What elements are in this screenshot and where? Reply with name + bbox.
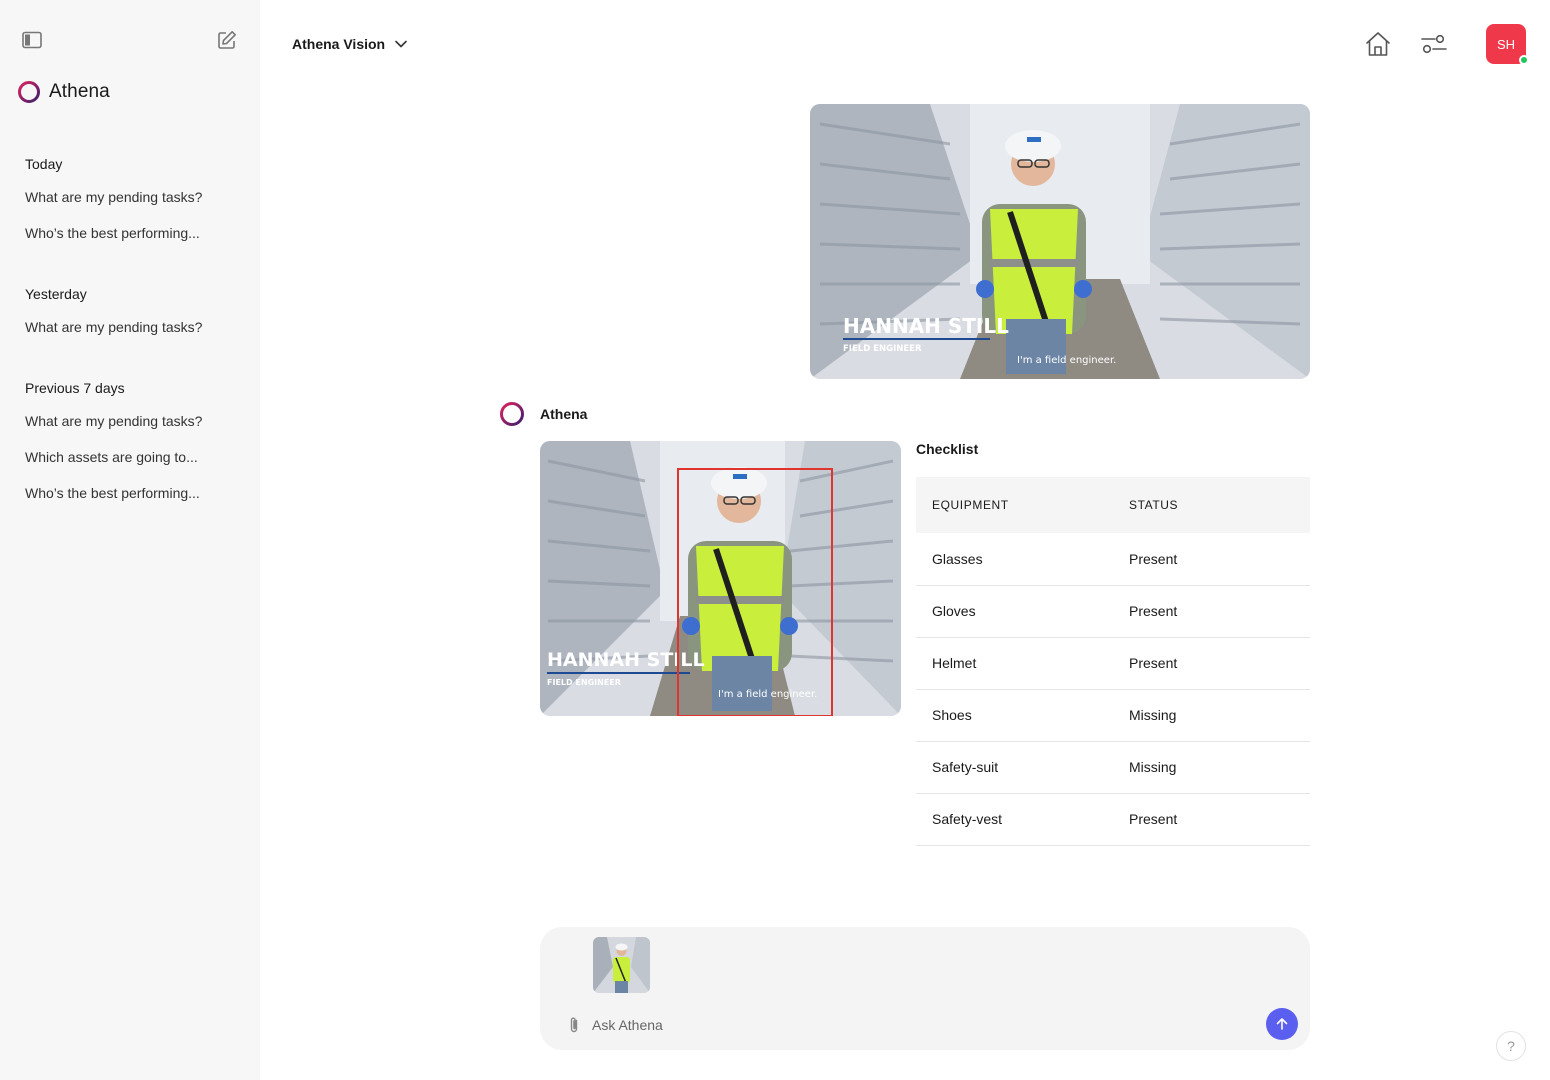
checklist-table: EQUIPMENT STATUS Glasses Present Gloves … <box>916 477 1310 846</box>
equipment-cell: Safety-suit <box>916 741 1113 794</box>
table-row: Gloves Present <box>916 585 1310 638</box>
attachment-thumbnail[interactable] <box>593 937 650 993</box>
athena-logo-icon <box>500 402 524 426</box>
history-item[interactable]: What are my pending tasks? <box>25 309 235 345</box>
ask-athena-input[interactable] <box>592 1013 1192 1037</box>
history-item[interactable]: What are my pending tasks? <box>25 179 235 215</box>
table-row: Shoes Missing <box>916 689 1310 742</box>
message-composer <box>540 927 1310 1050</box>
app-name: Athena Vision <box>292 36 386 52</box>
section-heading: Yesterday <box>25 286 87 302</box>
paperclip-icon[interactable] <box>567 1016 581 1034</box>
history-item[interactable]: Which assets are going to... <box>25 439 235 475</box>
brand: Athena <box>17 80 110 104</box>
athena-logo-icon <box>18 81 40 103</box>
arrow-up-icon <box>1276 1018 1288 1030</box>
assistant-message-header: Athena <box>499 401 587 427</box>
photo-name-text: HANNAH STILL <box>547 649 705 671</box>
photo-role-text: FIELD ENGINEER <box>843 344 922 354</box>
brand-name: Athena <box>49 81 110 102</box>
checklist-title: Checklist <box>916 441 979 457</box>
home-icon[interactable] <box>1364 30 1392 58</box>
help-button[interactable]: ? <box>1496 1031 1526 1061</box>
edit-icon[interactable] <box>217 30 237 50</box>
status-cell: Missing <box>1113 689 1310 742</box>
section-heading: Today <box>25 156 63 172</box>
column-header-status: STATUS <box>1113 477 1310 533</box>
equipment-cell: Helmet <box>916 637 1113 690</box>
send-button[interactable] <box>1266 1008 1298 1040</box>
sliders-icon[interactable] <box>1420 32 1448 56</box>
table-row: Glasses Present <box>916 533 1310 586</box>
user-uploaded-image[interactable]: HANNAH STILL FIELD ENGINEER I'm a field … <box>810 104 1310 379</box>
table-header-row: EQUIPMENT STATUS <box>916 477 1310 533</box>
app-switcher[interactable]: Athena Vision <box>292 33 408 55</box>
table-row: Safety-vest Present <box>916 793 1310 846</box>
history-section-yesterday: Yesterday What are my pending tasks? <box>25 283 235 345</box>
table-row: Helmet Present <box>916 637 1310 690</box>
annotated-image[interactable]: HANNAH STILL FIELD ENGINEER I'm a field … <box>540 441 901 716</box>
history-item[interactable]: Who’s the best performing... <box>25 215 235 251</box>
status-cell: Present <box>1113 793 1310 846</box>
section-heading: Previous 7 days <box>25 380 125 396</box>
avatar[interactable]: SH <box>1486 24 1529 65</box>
sidebar: Athena Today What are my pending tasks? … <box>0 0 260 1080</box>
history-item[interactable]: Who’s the best performing... <box>25 475 235 511</box>
status-cell: Missing <box>1113 741 1310 794</box>
avatar-initials: SH <box>1496 36 1516 52</box>
history-section-previous-7-days: Previous 7 days What are my pending task… <box>25 377 235 511</box>
photo-role-text: FIELD ENGINEER <box>547 678 621 687</box>
column-header-equipment: EQUIPMENT <box>916 477 1113 533</box>
photo-name-text: HANNAH STILL <box>843 314 1009 338</box>
equipment-cell: Gloves <box>916 585 1113 638</box>
history-item[interactable]: What are my pending tasks? <box>25 403 235 439</box>
sidebar-toggle-icon[interactable] <box>22 31 42 49</box>
photo-caption-text: I'm a field engineer. <box>718 689 817 700</box>
photo-caption-text: I'm a field engineer. <box>1017 355 1116 366</box>
field-engineer-photo: HANNAH STILL FIELD ENGINEER I'm a field … <box>810 104 1310 379</box>
status-cell: Present <box>1113 533 1310 586</box>
equipment-cell: Glasses <box>916 533 1113 586</box>
chevron-down-icon <box>395 40 407 48</box>
status-cell: Present <box>1113 585 1310 638</box>
online-status-dot <box>1519 55 1529 65</box>
table-row: Safety-suit Missing <box>916 741 1310 794</box>
equipment-cell: Safety-vest <box>916 793 1113 846</box>
status-cell: Present <box>1113 637 1310 690</box>
assistant-name: Athena <box>540 406 588 422</box>
history-section-today: Today What are my pending tasks? Who’s t… <box>25 153 235 251</box>
annotated-field-engineer-photo: HANNAH STILL FIELD ENGINEER I'm a field … <box>540 441 901 716</box>
equipment-cell: Shoes <box>916 689 1113 742</box>
